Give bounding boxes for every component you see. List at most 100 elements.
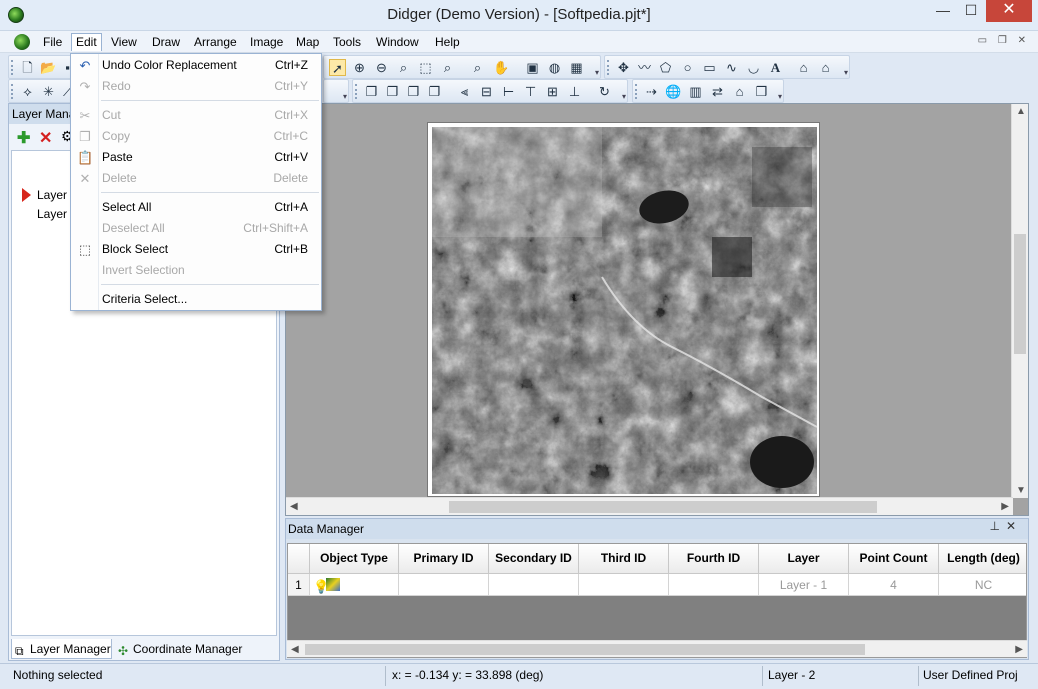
menu-draw[interactable]: Draw <box>148 33 184 51</box>
scroll-left-icon[interactable]: ◀ <box>291 644 299 655</box>
align-top-icon[interactable]: ⊤ <box>522 83 539 100</box>
vertical-scroll-thumb[interactable] <box>1014 234 1026 354</box>
satellite-image-frame[interactable] <box>427 122 820 497</box>
menu-map[interactable]: Map <box>292 33 323 51</box>
panel-pin-close-controls[interactable]: ⊥✕ <box>989 519 1022 533</box>
new-file-icon[interactable]: 🗋 <box>19 59 36 76</box>
tab-coordinate-manager[interactable]: ✣ Coordinate Manager <box>115 639 265 659</box>
menu-item-deselect-all[interactable]: Deselect All Ctrl+Shift+A <box>71 218 321 239</box>
zoom-actual-icon[interactable]: ⌕ <box>469 59 486 76</box>
table-cell-secondary-id[interactable] <box>489 574 579 596</box>
zoom-out-icon[interactable]: ⊖ <box>373 59 390 76</box>
move-to-back-icon[interactable]: ❐ <box>384 83 401 100</box>
menu-file[interactable]: File <box>39 33 66 51</box>
grid-icon[interactable]: ▦ <box>568 59 585 76</box>
column-header[interactable]: Length (deg) <box>939 544 1026 574</box>
zoom-selected-icon[interactable]: ⌕ <box>439 59 456 76</box>
align-left-icon[interactable]: ⫷ <box>456 83 473 100</box>
menu-tools[interactable]: Tools <box>329 33 365 51</box>
spline-icon[interactable]: ∿ <box>723 59 740 76</box>
align-center-icon[interactable]: ⊟ <box>478 83 495 100</box>
zoom-fit-icon[interactable]: ⌕ <box>395 59 412 76</box>
toolbar-overflow-icon[interactable]: ▾ <box>778 92 782 101</box>
table-cell-object-type[interactable]: 💡 <box>310 574 399 596</box>
reshape-icon[interactable]: ⟡ <box>19 83 36 100</box>
align-right-icon[interactable]: ⊢ <box>500 83 517 100</box>
polygon-icon[interactable]: ⬠ <box>657 59 674 76</box>
table-cell-point-count[interactable]: 4 <box>849 574 939 596</box>
align-bottom-icon[interactable]: ⊥ <box>566 83 583 100</box>
scroll-up-icon[interactable]: ▲ <box>1016 106 1026 117</box>
home-shape-icon[interactable]: ⌂ <box>795 59 812 76</box>
column-header[interactable]: Third ID <box>579 544 669 574</box>
menu-arrange[interactable]: Arrange <box>190 33 241 51</box>
menu-item-redo[interactable]: ↷ Redo Ctrl+Y <box>71 76 321 97</box>
table-cell-length[interactable]: NC <box>939 574 1026 596</box>
minimize-button[interactable]: — <box>930 0 956 22</box>
menu-item-block-select[interactable]: ⬚ Block Select Ctrl+B <box>71 239 321 260</box>
map-viewport[interactable]: ▲ ▼ ◀ ▶ <box>285 103 1029 516</box>
row-index[interactable]: 1 <box>288 574 310 596</box>
menu-window[interactable]: Window <box>372 33 423 51</box>
transform-icon[interactable]: ⇄ <box>709 83 726 100</box>
toolbar-overflow-icon[interactable]: ▾ <box>844 68 848 77</box>
delete-layer-icon[interactable]: ✕ <box>39 128 52 148</box>
zoom-in-icon[interactable]: ⊕ <box>351 59 368 76</box>
column-header[interactable]: Point Count <box>849 544 939 574</box>
rotate-icon[interactable]: ↻ <box>596 83 613 100</box>
ellipse-icon[interactable]: ○ <box>679 59 696 76</box>
document-icon[interactable] <box>14 34 30 50</box>
column-header[interactable]: Object Type <box>310 544 399 574</box>
column-header[interactable]: Primary ID <box>399 544 489 574</box>
rectangle-icon[interactable]: ▭ <box>701 59 718 76</box>
globe-icon[interactable]: ◍ <box>546 59 563 76</box>
close-button[interactable]: ✕ <box>986 0 1032 22</box>
toolbar-overflow-icon[interactable]: ▾ <box>622 92 626 101</box>
column-header[interactable]: Fourth ID <box>669 544 759 574</box>
grid-scroll-thumb[interactable] <box>305 644 865 655</box>
toolbar-grip[interactable] <box>607 60 610 75</box>
page-view-icon[interactable]: ▣ <box>524 59 541 76</box>
mdi-window-controls[interactable]: ▭ ❐ ✕ <box>978 35 1030 46</box>
menu-item-criteria-select[interactable]: Criteria Select... <box>71 289 321 310</box>
grid-horizontal-scrollbar[interactable]: ◀ ▶ <box>287 640 1027 657</box>
menu-item-select-all[interactable]: Select All Ctrl+A <box>71 197 321 218</box>
move-backward-icon[interactable]: ❐ <box>426 83 443 100</box>
georeference-icon[interactable]: ⇢ <box>643 83 660 100</box>
toolbar-grip[interactable] <box>355 84 358 99</box>
vertical-scrollbar[interactable]: ▲ ▼ <box>1011 104 1028 498</box>
scroll-right-icon[interactable]: ▶ <box>1001 501 1009 512</box>
point-icon[interactable]: ✥ <box>615 59 632 76</box>
curve-icon[interactable]: ◡ <box>745 59 762 76</box>
horizontal-scroll-thumb[interactable] <box>449 501 877 513</box>
satellite-raster-image[interactable] <box>432 127 817 494</box>
add-layer-icon[interactable]: ✚ <box>17 128 30 148</box>
split-icon[interactable]: ✳ <box>40 83 57 100</box>
digitize-icon[interactable]: ⌂ <box>731 83 748 100</box>
menu-item-delete[interactable]: ✕ Delete Delete <box>71 168 321 189</box>
toolbar-grip[interactable] <box>635 84 638 99</box>
horizontal-scrollbar[interactable]: ◀ ▶ <box>286 497 1013 515</box>
toolbar-grip[interactable] <box>11 84 14 99</box>
menu-help[interactable]: Help <box>431 33 464 51</box>
menu-item-undo[interactable]: ↶ Undo Color Replacement Ctrl+Z <box>71 55 321 76</box>
menu-item-invert-selection[interactable]: Invert Selection <box>71 260 321 281</box>
move-forward-icon[interactable]: ❐ <box>405 83 422 100</box>
text-icon[interactable]: A <box>767 59 784 76</box>
menu-image[interactable]: Image <box>246 33 287 51</box>
move-to-front-icon[interactable]: ❐ <box>363 83 380 100</box>
mosaic-icon[interactable]: ▥ <box>687 83 704 100</box>
scroll-right-icon[interactable]: ▶ <box>1015 644 1023 655</box>
maximize-button[interactable]: ☐ <box>958 0 984 22</box>
scroll-down-icon[interactable]: ▼ <box>1016 485 1026 496</box>
toolbar-overflow-icon[interactable]: ▾ <box>595 68 599 77</box>
menu-item-cut[interactable]: ✂ Cut Ctrl+X <box>71 105 321 126</box>
pan-hand-icon[interactable]: ✋ <box>493 59 510 76</box>
table-cell-primary-id[interactable] <box>399 574 489 596</box>
table-cell-fourth-id[interactable] <box>669 574 759 596</box>
table-cell-third-id[interactable] <box>579 574 669 596</box>
open-folder-icon[interactable]: 📂 <box>40 59 57 76</box>
table-cell-layer[interactable]: Layer - 1 <box>759 574 849 596</box>
menu-item-copy[interactable]: ❐ Copy Ctrl+C <box>71 126 321 147</box>
image-tools-icon[interactable]: ❒ <box>753 83 770 100</box>
